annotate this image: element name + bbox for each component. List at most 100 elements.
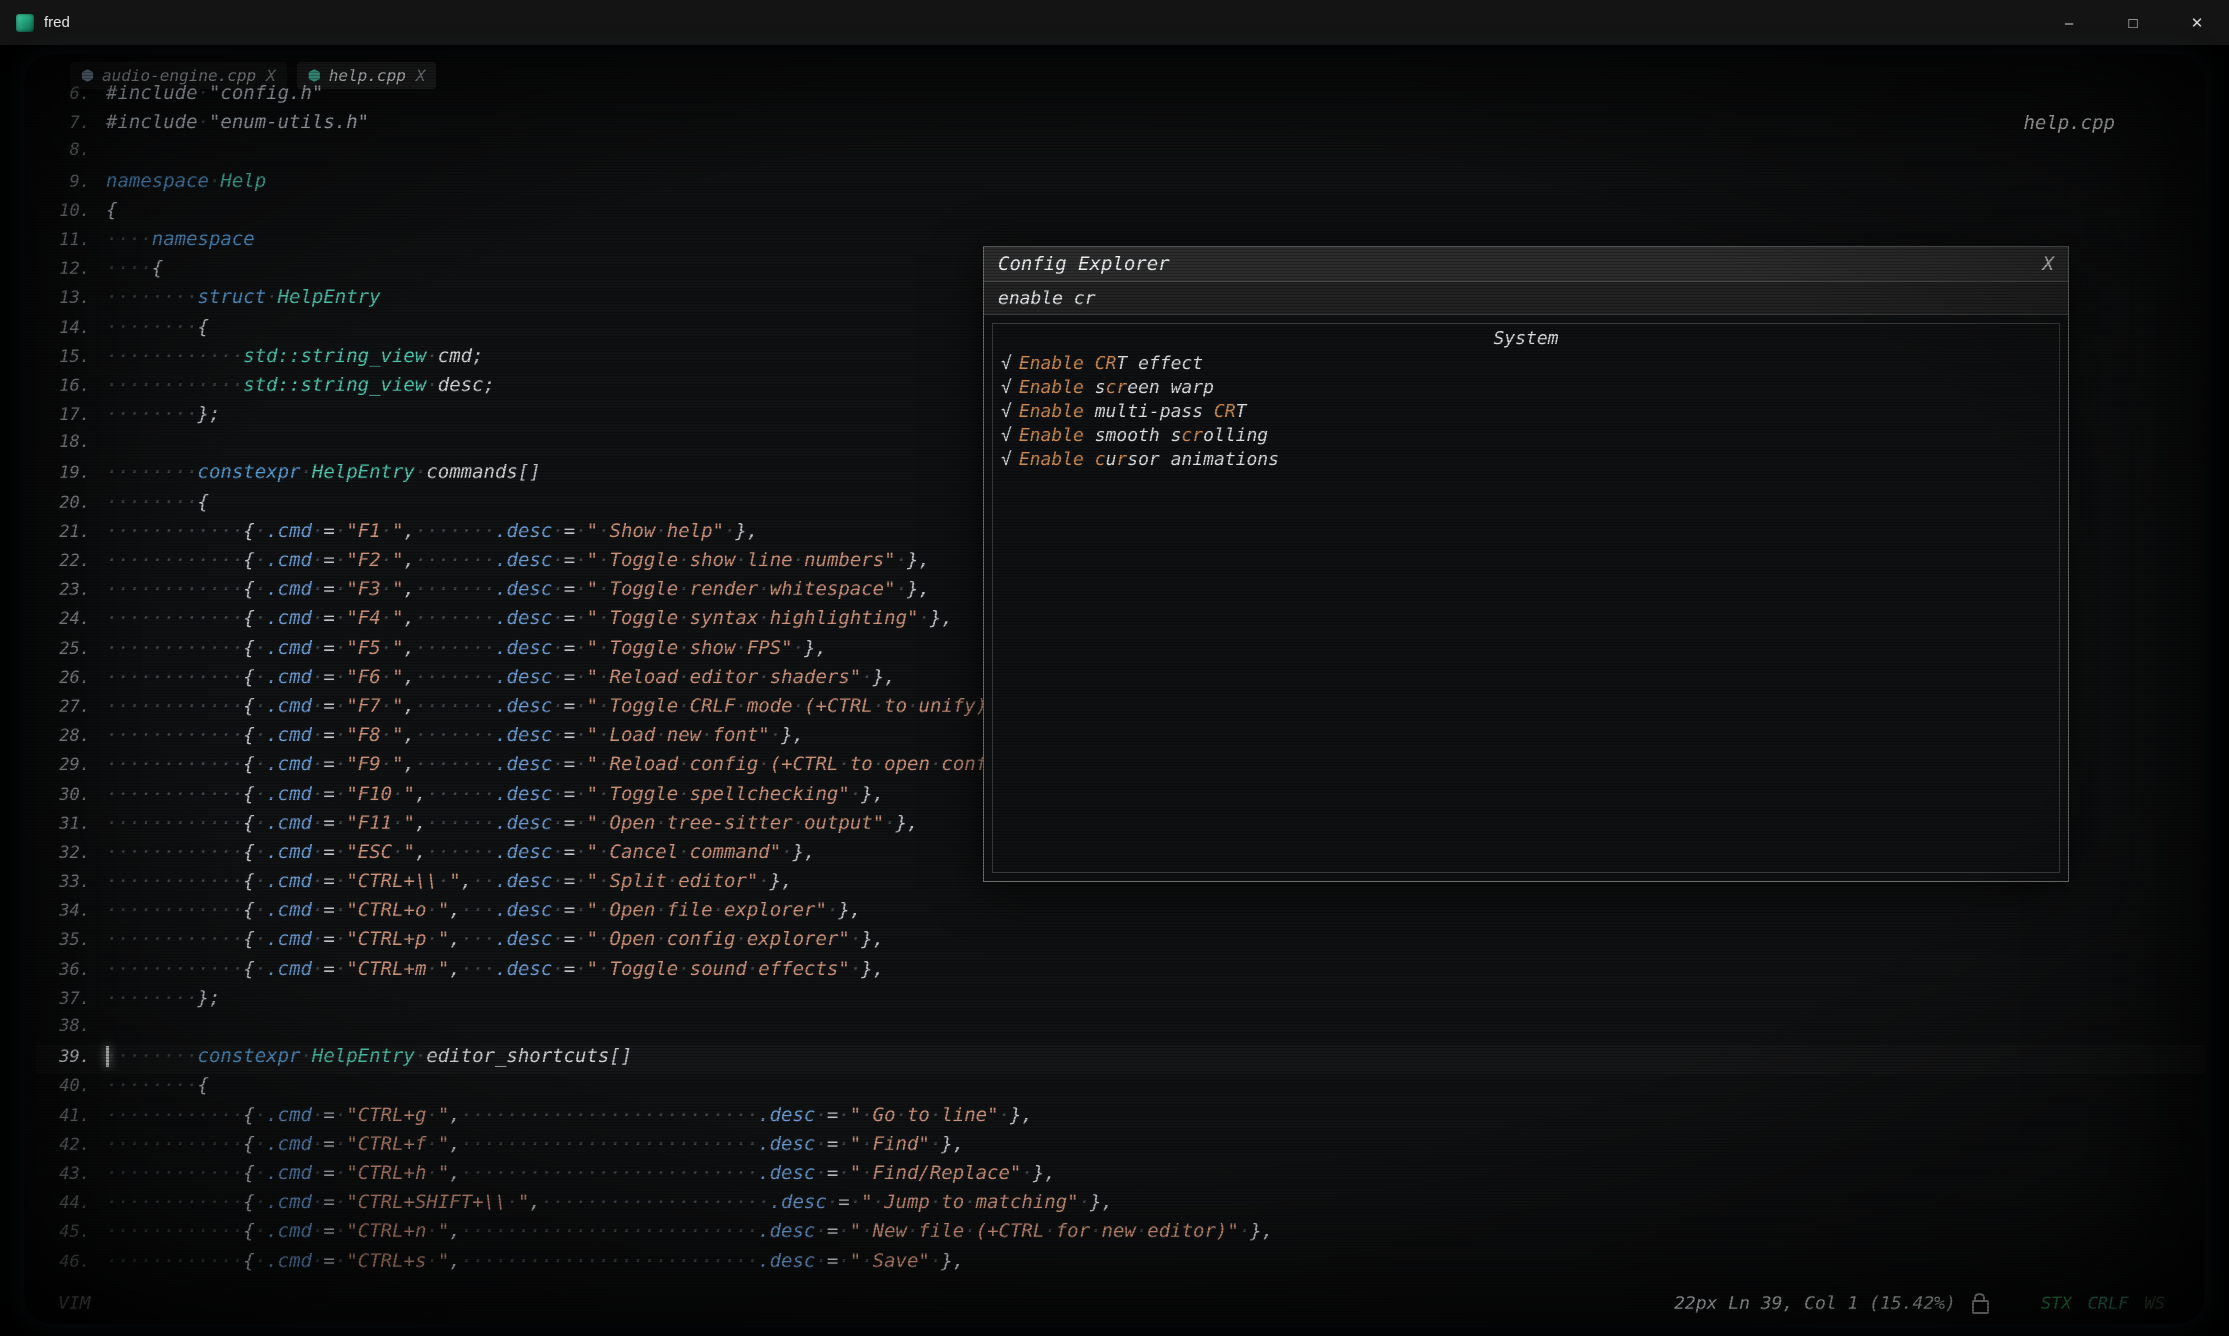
config-search-input[interactable]: enable cr: [984, 282, 2068, 315]
token: ·: [930, 1250, 941, 1272]
token: ·: [335, 1250, 346, 1272]
token: ·: [918, 607, 929, 629]
line-number: 45.: [36, 1222, 106, 1242]
line-content: ············{·.cmd·=·"F4·",·······.desc·…: [106, 607, 953, 629]
token: .cmd: [266, 783, 312, 805]
checkbox-checked-icon[interactable]: √: [1001, 352, 1012, 376]
tab-help.cpp[interactable]: help.cppX: [297, 62, 437, 89]
token: ": [438, 1162, 449, 1184]
code-line[interactable]: 39.········constexpr·HelpEntry·editor_sh…: [36, 1045, 2205, 1074]
close-button[interactable]: ✕: [2165, 0, 2229, 46]
token: ,: [415, 783, 426, 805]
token: },: [770, 870, 793, 892]
token: {: [243, 783, 254, 805]
token: ············: [106, 870, 243, 892]
line-number: 12.: [36, 259, 106, 279]
token: ·: [667, 870, 678, 892]
token: CR: [1095, 353, 1117, 374]
token: =: [323, 753, 334, 775]
token: file: [667, 899, 713, 921]
code-line[interactable]: 34.············{·.cmd·=·"CTRL+o·",···.de…: [36, 899, 2205, 928]
token: ,: [404, 520, 415, 542]
token: ············: [106, 578, 243, 600]
token: ·: [655, 520, 666, 542]
line-number: 32.: [36, 843, 106, 863]
token: ·: [426, 1162, 437, 1184]
code-line[interactable]: 40.········{: [36, 1074, 2205, 1103]
token: explorer": [747, 928, 850, 950]
code-line[interactable]: 38.: [36, 1016, 2205, 1045]
checkbox-checked-icon[interactable]: √: [1001, 400, 1012, 424]
config-option[interactable]: √Enable cursor animations: [1001, 448, 2051, 472]
token: to: [884, 695, 907, 717]
token: Reload: [610, 666, 679, 688]
token: ············: [106, 1250, 243, 1272]
token: ·: [415, 1045, 426, 1067]
token: ·······: [415, 607, 495, 629]
token: ·: [575, 724, 586, 746]
token: ············: [106, 928, 243, 950]
token: .desc: [495, 899, 552, 921]
config-option[interactable]: √Enable multi-pass CRT: [1001, 400, 2051, 424]
code-line[interactable]: 43.············{·.cmd·=·"CTRL+h·",······…: [36, 1162, 2205, 1191]
line-number: 44.: [36, 1193, 106, 1213]
code-line[interactable]: 42.············{·.cmd·=·"CTRL+f·",······…: [36, 1133, 2205, 1162]
token: ·: [678, 549, 689, 571]
token: ": [587, 695, 598, 717]
token: ·: [815, 1250, 826, 1272]
checkbox-checked-icon[interactable]: √: [1001, 424, 1012, 448]
code-line[interactable]: 36.············{·.cmd·=·"CTRL+m·",···.de…: [36, 958, 2205, 987]
token: ·: [312, 637, 323, 659]
titlebar: fred – □ ✕: [0, 0, 2229, 46]
token: new: [1102, 1220, 1136, 1242]
token: },: [1250, 1220, 1273, 1242]
token: ·: [838, 753, 849, 775]
tab-close-button[interactable]: X: [266, 66, 276, 85]
token: ·: [198, 111, 209, 133]
token: ·: [552, 958, 563, 980]
config-option[interactable]: √Enable smooth scrolling: [1001, 424, 2051, 448]
code-line[interactable]: 45.············{·.cmd·=·"CTRL+n·",······…: [36, 1220, 2205, 1249]
code-line[interactable]: 10.{: [36, 199, 2205, 228]
tab-close-button[interactable]: X: [416, 66, 426, 85]
checkbox-checked-icon[interactable]: √: [1001, 376, 1012, 400]
config-option[interactable]: √Enable CRT effect: [1001, 352, 2051, 376]
token: "F8: [346, 724, 380, 746]
line-number: 9.: [36, 172, 106, 192]
token: ·: [335, 928, 346, 950]
code-line[interactable]: 46.············{·.cmd·=·"CTRL+s·",······…: [36, 1250, 2205, 1279]
code-line[interactable]: 9.namespace·Help: [36, 170, 2205, 199]
token: ·: [312, 695, 323, 717]
code-line[interactable]: 41.············{·.cmd·=·"CTRL+g·",······…: [36, 1104, 2205, 1133]
token: smooth s: [1084, 425, 1182, 446]
token: spellchecking": [690, 783, 850, 805]
token: =: [323, 958, 334, 980]
token: ·: [312, 928, 323, 950]
checkbox-checked-icon[interactable]: √: [1001, 448, 1012, 472]
code-line[interactable]: 44.············{·.cmd·=·"CTRL+SHIFT+\\·"…: [36, 1191, 2205, 1220]
token: ·: [426, 928, 437, 950]
line-content: ············{·.cmd·=·"CTRL+SHIFT+\\·",··…: [106, 1191, 1113, 1213]
token: ·: [1090, 1220, 1101, 1242]
tab-audio-engine.cpp[interactable]: audio-engine.cppX: [70, 62, 287, 89]
popup-close-icon[interactable]: X: [2043, 253, 2054, 275]
token: cr: [1181, 425, 1203, 446]
token: ": [438, 928, 449, 950]
minimize-button[interactable]: –: [2037, 0, 2101, 46]
token: ·: [312, 1133, 323, 1155]
token: Enable: [1019, 425, 1084, 446]
config-option[interactable]: √Enable screen warp: [1001, 376, 2051, 400]
token: "F10: [346, 783, 392, 805]
token: =: [564, 928, 575, 950]
token: ·: [335, 870, 346, 892]
line-number: 11.: [36, 230, 106, 250]
code-line[interactable]: 8.: [36, 140, 2205, 169]
line-content: ············{·.cmd·=·"CTRL+n·",·········…: [106, 1220, 1273, 1242]
token: .cmd: [266, 637, 312, 659]
token: "CTRL+n: [346, 1220, 426, 1242]
maximize-button[interactable]: □: [2101, 0, 2165, 46]
token: ": [438, 1220, 449, 1242]
code-line[interactable]: 35.············{·.cmd·=·"CTRL+p·",···.de…: [36, 928, 2205, 957]
code-line[interactable]: 37.········};: [36, 987, 2205, 1016]
code-line[interactable]: 7.#include·"enum-utils.h": [36, 111, 2205, 140]
